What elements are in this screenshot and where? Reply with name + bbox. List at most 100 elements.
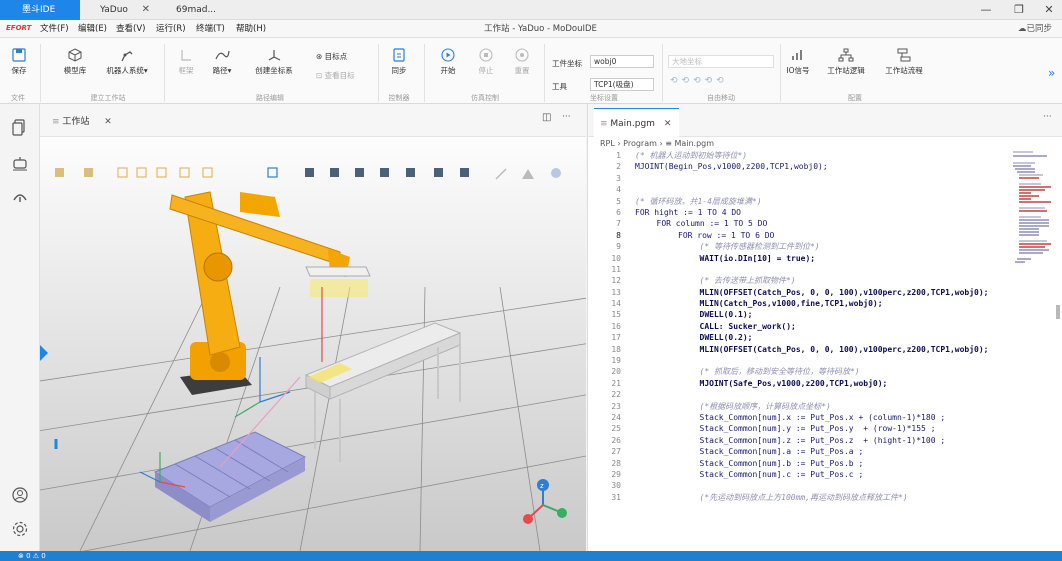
create-coord-button[interactable]: 创建坐标系 [252,48,296,76]
menu-help[interactable]: 帮助(H) [236,22,266,34]
chevron-right-icon[interactable]: » [1048,66,1055,80]
code-editor[interactable]: RPL › Program › ≡ Main.pgm 1 (* 机器人运动到初始等… [587,137,1062,551]
code-lines: 1 (* 机器人运动到初始等待位*) 2 MJOINT(Begin_Pos,v1000… [588,150,1058,503]
stop-button[interactable]: 停止 [474,48,498,76]
files-icon[interactable] [11,118,29,136]
code-line[interactable]: 3 [588,173,1058,184]
reset-button[interactable]: 重置 [510,48,534,76]
stop-icon [479,48,493,62]
code-line[interactable]: 6 FOR hight := 1 TO 4 DO [588,207,1058,218]
wobj-select[interactable]: wobj0 [590,55,654,68]
code-line[interactable]: 1 (* 机器人运动到初始等待位*) [588,150,1058,161]
line-number: 15 [611,310,621,320]
path-button[interactable]: 路径▾ [208,48,236,76]
code-line[interactable]: 9 (* 等待传感器检测到工件到位*) [588,241,1058,252]
code-line[interactable]: 7 FOR column := 1 TO 5 DO [588,218,1058,229]
menu-bar: EFORT 文件(F) 编辑(E) 查看(V) 运行(R) 终端(T) 帮助(H… [0,20,1062,38]
breadcrumb: RPL › Program › ≡ Main.pgm [600,139,714,148]
tool-select[interactable]: TCP1(吸盘) [590,78,654,91]
close-icon[interactable]: ✕ [104,117,112,127]
code-text: (* 等待传感器检测到工件到位*) [699,242,820,252]
close-icon[interactable]: ✕ [142,0,150,20]
view-target-button[interactable]: ⊡ 查看目标 [316,70,355,81]
code-line[interactable]: 24 Stack_Common[num].x := Put_Pos.x + (co… [588,412,1058,423]
code-line[interactable]: 4 [588,184,1058,195]
breadcrumb-item[interactable]: Program [623,139,657,148]
split-editor-icon[interactable]: ◫ [542,112,551,123]
status-bar: ⊗ 0 ⚠ 0 [0,551,1062,561]
menu-edit[interactable]: 编辑(E) [78,22,107,34]
code-line[interactable]: 20 (* 抓取后，移动到安全等待位，等待码放*) [588,366,1058,377]
code-line[interactable]: 29 Stack_Common[num].c := Put_Pos.c ; [588,469,1058,480]
code-line[interactable]: 18 MLIN(OFFSET(Catch_Pos, 0, 0, 100),v100… [588,344,1058,355]
code-line[interactable]: 8 FOR row := 1 TO 6 DO [588,230,1058,241]
code-line[interactable]: 26 Stack_Common[num].z := Put_Pos.z + (hi… [588,435,1058,446]
more-actions-button[interactable]: ··· [562,112,571,122]
code-line[interactable]: 12 (* 去传送带上抓取物件*) [588,275,1058,286]
code-line[interactable]: 16 CALL: Sucker_work(); [588,321,1058,332]
restore-button[interactable]: ❐ [1010,2,1028,18]
workstation-3d-view[interactable]: z [0,137,661,561]
frame-button[interactable]: 框架 [174,48,198,76]
io-signal-button[interactable]: IO信号 [782,48,814,76]
code-line[interactable]: 17 DWELL(0.2); [588,332,1058,343]
tab-yaduo[interactable]: YaDuo ✕ [90,0,156,20]
tab-main-pgm[interactable]: ≡ Main.pgm ✕ [594,108,680,137]
tab-modou-ide[interactable]: 墨斗IDE [0,0,80,20]
start-button[interactable]: 开始 [436,48,460,76]
code-line[interactable]: 25 Stack_Common[num].y := Put_Pos.y + (ro… [588,423,1058,434]
station-logic-button[interactable]: 工作站逻辑 [822,48,870,76]
code-line[interactable]: 23 (*根据码放顺序，计算码放点坐标*) [588,401,1058,412]
save-button[interactable]: 保存 [6,48,32,76]
robot-system-button[interactable]: 机器人系统▾ [100,48,154,76]
code-line[interactable]: 5 (* 循环码放，共1-4层成旋堆满*) [588,196,1058,207]
code-line[interactable]: 22 [588,389,1058,400]
code-line[interactable]: 14 MLIN(Catch_Pos,v1000,fine,TCP1,wobj0); [588,298,1058,309]
station-flow-button[interactable]: 工作站流程 [880,48,928,76]
tab-69mad[interactable]: 69mad... [166,0,236,20]
code-line[interactable]: 10 WAIT(io.DIn[10] = true); [588,253,1058,264]
editor-tabbar: ≡ Main.pgm ✕ ··· [587,104,1062,137]
robot-icon[interactable] [11,154,29,172]
breadcrumb-item[interactable]: RPL [600,139,615,148]
line-number: 3 [616,173,621,183]
minimize-button[interactable]: — [977,2,995,18]
tab-label: YaDuo [100,5,128,15]
tab-workstation[interactable]: ≡ 工作站 ✕ [52,114,112,127]
close-icon[interactable]: ✕ [664,119,672,129]
gear-icon[interactable] [11,520,29,538]
more-actions-button[interactable]: ··· [1043,112,1052,122]
menu-file[interactable]: 文件(F) [40,22,69,34]
code-line[interactable]: 21 MJOINT(Safe_Pos,v1000,z200,TCP1,wobj0)… [588,378,1058,389]
sync-button[interactable]: 同步 [386,48,412,76]
breadcrumb-item[interactable]: Main.pgm [674,139,714,148]
group-label-file: 文件 [11,94,25,102]
jog-axis-icons[interactable]: ⟲⟲⟲⟲⟲ [670,76,774,90]
menu-terminal[interactable]: 终端(T) [196,22,225,34]
menu-view[interactable]: 查看(V) [116,22,145,34]
code-line[interactable]: 11 [588,264,1058,275]
code-line[interactable]: 19 [588,355,1058,366]
editor-scrollbar-thumb[interactable] [1056,305,1060,319]
coordinate-system-select[interactable]: 大地坐标 [668,55,774,68]
collapse-panel-handle[interactable] [40,345,48,361]
code-text: WAIT(io.DIn[10] = true); [699,253,816,263]
code-line[interactable]: 28 Stack_Common[num].b := Put_Pos.b ; [588,458,1058,469]
problems-counter[interactable]: ⊗ 0 ⚠ 0 [18,552,46,560]
divider [378,44,379,102]
connection-icon[interactable] [11,188,29,206]
menu-run[interactable]: 运行(R) [156,22,186,34]
code-text: (*先运动到码放点上方100mm,再运动到码放点释放工件*) [699,492,908,502]
code-line[interactable]: 2 MJOINT(Begin_Pos,v1000,z200,TCP1,wobj0)… [588,161,1058,172]
code-line[interactable]: 27 Stack_Common[num].a := Put_Pos.a ; [588,446,1058,457]
wobj-label: 工件坐标 [552,59,582,68]
code-line[interactable]: 30 [588,480,1058,491]
code-line[interactable]: 31 (*先运动到码放点上方100mm,再运动到码放点释放工件*) [588,492,1058,503]
code-line[interactable]: 13 MLIN(OFFSET(Catch_Pos, 0, 0, 100),v100… [588,287,1058,298]
model-library-button[interactable]: 模型库 [60,48,90,76]
close-window-button[interactable]: ✕ [1040,2,1058,18]
account-icon[interactable] [11,486,29,504]
code-line[interactable]: 15 DWELL(0.1); [588,309,1058,320]
target-point-button[interactable]: ⊛ 目标点 [316,51,347,62]
minimap[interactable] [1013,150,1051,270]
